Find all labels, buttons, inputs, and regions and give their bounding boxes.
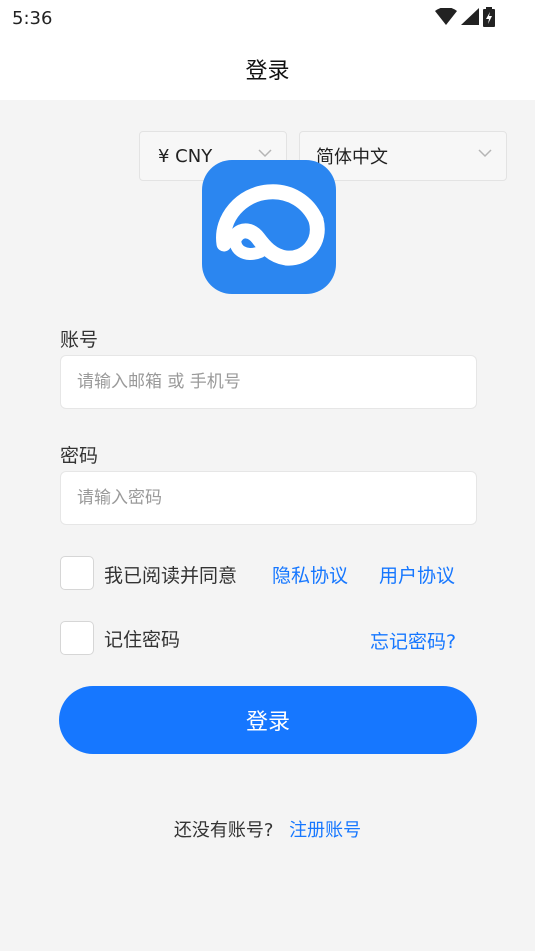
user-agreement-link[interactable]: 用户协议 bbox=[379, 561, 455, 588]
password-label: 密码 bbox=[60, 445, 99, 467]
app-logo bbox=[202, 160, 336, 294]
status-time: 5:36 bbox=[12, 8, 53, 29]
app-logo-icon bbox=[216, 184, 325, 266]
chevron-down-icon bbox=[258, 149, 272, 158]
title-bar: 登录 bbox=[0, 38, 535, 100]
login-button[interactable]: 登录 bbox=[59, 686, 477, 754]
chevron-down-icon bbox=[478, 149, 492, 158]
password-input[interactable] bbox=[60, 471, 477, 525]
currency-value: ¥ CNY bbox=[158, 145, 213, 167]
status-bar: 5:36 bbox=[0, 0, 535, 38]
remember-password-label: 记住密码 bbox=[104, 629, 181, 651]
page-title: 登录 bbox=[245, 59, 290, 84]
forgot-password-link[interactable]: 忘记密码? bbox=[370, 627, 456, 654]
language-value: 简体中文 bbox=[316, 147, 388, 168]
battery-icon bbox=[483, 7, 495, 27]
remember-password-checkbox[interactable] bbox=[60, 621, 94, 655]
privacy-policy-link[interactable]: 隐私协议 bbox=[272, 561, 348, 588]
account-input[interactable] bbox=[60, 355, 477, 409]
register-link[interactable]: 注册账号 bbox=[289, 820, 361, 841]
register-prompt: 还没有账号? bbox=[173, 820, 274, 841]
agreement-checkbox[interactable] bbox=[60, 556, 94, 590]
status-icons bbox=[435, 7, 495, 27]
agreement-text: 我已阅读并同意 bbox=[104, 565, 238, 587]
register-row: 还没有账号? 注册账号 bbox=[0, 816, 535, 842]
signal-icon bbox=[461, 8, 479, 25]
wifi-icon bbox=[435, 8, 457, 25]
account-label: 账号 bbox=[60, 329, 99, 351]
